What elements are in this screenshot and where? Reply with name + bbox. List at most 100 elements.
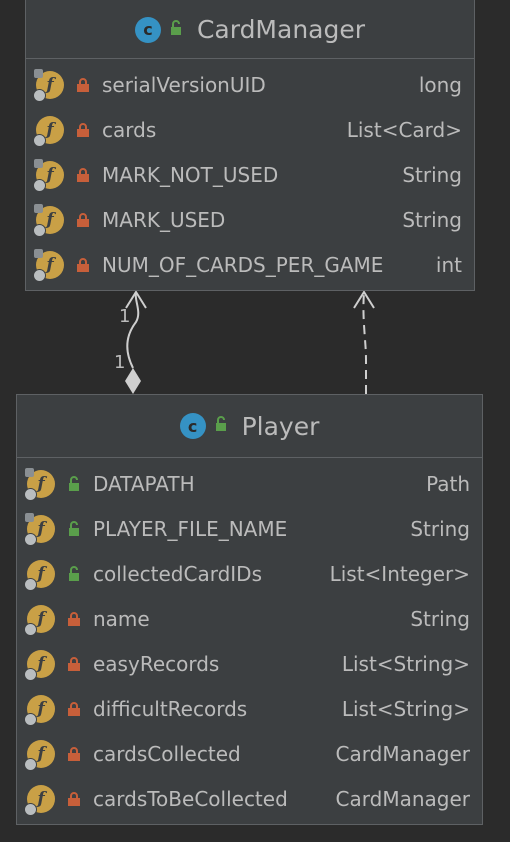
field-icon: f bbox=[33, 158, 64, 192]
final-pin-icon bbox=[33, 223, 46, 237]
field-name: collectedCardIDs bbox=[93, 561, 262, 586]
field-row[interactable]: f DATAPATH Path bbox=[17, 461, 482, 506]
static-marker-icon bbox=[25, 467, 34, 477]
private-lock-icon bbox=[76, 122, 90, 138]
private-lock-icon bbox=[76, 167, 90, 183]
private-lock-icon bbox=[67, 791, 81, 807]
field-row[interactable]: f cardsToBeCollected CardManager bbox=[17, 776, 482, 821]
static-marker-icon bbox=[34, 203, 43, 213]
static-marker-icon bbox=[34, 158, 43, 168]
field-name: NUM_OF_CARDS_PER_GAME bbox=[102, 252, 384, 277]
field-type: String bbox=[402, 162, 462, 187]
class-icon: c bbox=[134, 16, 161, 43]
field-name: MARK_USED bbox=[102, 207, 226, 232]
static-marker-icon bbox=[34, 68, 43, 78]
private-lock-icon bbox=[67, 656, 81, 672]
field-row[interactable]: f NUM_OF_CARDS_PER_GAME int bbox=[26, 242, 474, 287]
field-type: String bbox=[410, 606, 470, 631]
dependency-line bbox=[362, 291, 367, 394]
field-row[interactable]: f cards List<Card> bbox=[26, 107, 474, 152]
final-pin-icon bbox=[33, 268, 46, 282]
class-name: Player bbox=[241, 411, 320, 441]
field-type: List<String> bbox=[341, 651, 470, 676]
field-type: String bbox=[402, 207, 462, 232]
field-type: long bbox=[418, 72, 462, 97]
field-row[interactable]: f PLAYER_FILE_NAME String bbox=[17, 506, 482, 551]
field-type: CardManager bbox=[335, 786, 470, 811]
field-type: CardManager bbox=[335, 741, 470, 766]
field-type: String bbox=[410, 516, 470, 541]
public-lock-icon bbox=[169, 19, 183, 40]
class-header: c CardManager bbox=[26, 0, 474, 59]
public-lock-icon bbox=[214, 416, 228, 436]
field-icon: f bbox=[24, 784, 55, 816]
field-icon: f bbox=[24, 467, 55, 501]
class-header: c Player bbox=[17, 395, 482, 458]
final-pin-icon bbox=[24, 577, 37, 591]
field-name: PLAYER_FILE_NAME bbox=[93, 516, 288, 541]
final-pin-icon bbox=[24, 487, 37, 501]
field-row[interactable]: f cardsCollected CardManager bbox=[17, 731, 482, 776]
public-lock-icon bbox=[67, 565, 81, 582]
multiplicity-top: 1 bbox=[119, 306, 131, 327]
field-icon: f bbox=[33, 68, 64, 102]
public-lock-icon bbox=[67, 520, 81, 537]
composition-diamond bbox=[125, 368, 141, 394]
field-name: easyRecords bbox=[93, 651, 220, 676]
public-lock-icon bbox=[67, 475, 81, 492]
field-row[interactable]: f name String bbox=[17, 596, 482, 641]
final-pin-icon bbox=[24, 667, 37, 681]
final-pin-icon bbox=[33, 133, 46, 147]
private-lock-icon bbox=[67, 746, 81, 762]
private-lock-icon bbox=[67, 701, 81, 717]
final-pin-icon bbox=[24, 757, 37, 771]
field-icon: f bbox=[24, 559, 55, 591]
field-type: List<String> bbox=[341, 696, 470, 721]
class-name: CardManager bbox=[196, 15, 366, 44]
final-pin-icon bbox=[24, 622, 37, 636]
field-icon: f bbox=[24, 739, 55, 771]
field-list: f DATAPATH Path f PLAYER_FILE_NAME String f col… bbox=[17, 458, 482, 821]
field-name: cards bbox=[102, 117, 157, 142]
field-name: cardsToBeCollected bbox=[93, 786, 288, 811]
field-name: DATAPATH bbox=[93, 471, 195, 496]
field-row[interactable]: f collectedCardIDs List<Integer> bbox=[17, 551, 482, 596]
field-icon: f bbox=[24, 694, 55, 726]
field-icon: f bbox=[24, 604, 55, 636]
field-name: cardsCollected bbox=[93, 741, 241, 766]
field-type: Path bbox=[426, 471, 470, 496]
field-icon: f bbox=[33, 248, 64, 282]
field-icon: f bbox=[33, 115, 64, 147]
final-pin-icon bbox=[33, 178, 46, 192]
field-row[interactable]: f serialVersionUID long bbox=[26, 62, 474, 107]
final-pin-icon bbox=[24, 712, 37, 726]
final-pin-icon bbox=[24, 532, 37, 546]
static-marker-icon bbox=[34, 248, 43, 258]
field-type: List<Card> bbox=[346, 117, 462, 142]
field-type: int bbox=[435, 252, 462, 277]
private-lock-icon bbox=[67, 611, 81, 627]
field-type: List<Integer> bbox=[329, 561, 470, 586]
field-list: f serialVersionUID long f cards List<Card> f MA… bbox=[26, 59, 474, 287]
field-name: name bbox=[93, 606, 150, 631]
field-row[interactable]: f MARK_NOT_USED String bbox=[26, 152, 474, 197]
private-lock-icon bbox=[76, 77, 90, 93]
final-pin-icon bbox=[24, 802, 37, 816]
field-icon: f bbox=[24, 512, 55, 546]
class-icon: c bbox=[179, 413, 206, 439]
class-player[interactable]: c Player f DATAPATH Path f PLAYER_FILE_NAME S… bbox=[16, 394, 483, 825]
class-card-manager[interactable]: c CardManager f serialVersionUID long f card… bbox=[25, 0, 475, 291]
private-lock-icon bbox=[76, 212, 90, 228]
field-name: MARK_NOT_USED bbox=[102, 162, 279, 187]
static-marker-icon bbox=[25, 512, 34, 522]
field-row[interactable]: f MARK_USED String bbox=[26, 197, 474, 242]
private-lock-icon bbox=[76, 257, 90, 273]
final-pin-icon bbox=[33, 88, 46, 102]
field-row[interactable]: f easyRecords List<String> bbox=[17, 641, 482, 686]
field-name: difficultRecords bbox=[93, 696, 248, 721]
field-icon: f bbox=[33, 203, 64, 237]
field-icon: f bbox=[24, 649, 55, 681]
field-row[interactable]: f difficultRecords List<String> bbox=[17, 686, 482, 731]
multiplicity-bottom: 1 bbox=[114, 352, 126, 373]
field-name: serialVersionUID bbox=[102, 72, 266, 97]
